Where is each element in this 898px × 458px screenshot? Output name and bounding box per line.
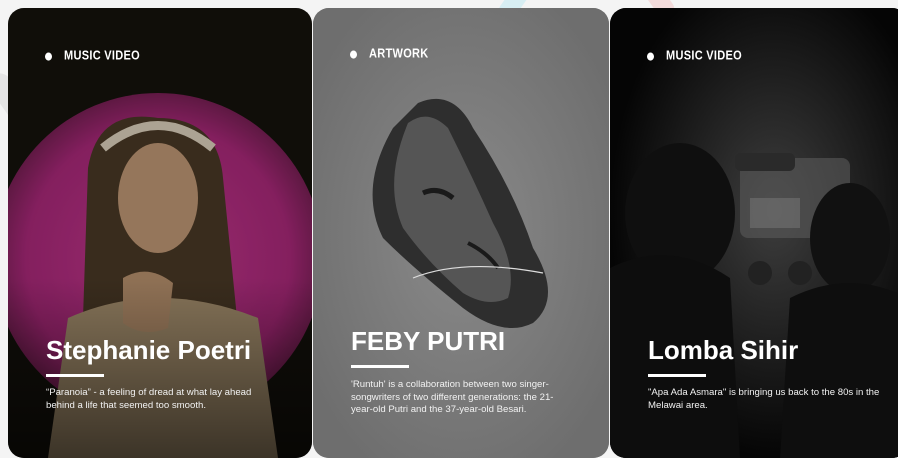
project-card-stephanie-poetri[interactable]: MUSIC VIDEO Stephanie Poetri “Paranoia” … xyxy=(8,8,312,458)
title-underline xyxy=(648,374,706,377)
card-title[interactable]: Lomba Sihir xyxy=(648,334,798,366)
bullet-dot-icon xyxy=(45,51,52,61)
bullet-dot-icon xyxy=(350,49,357,59)
project-card-feby-putri[interactable]: ARTWORK FEBY PUTRI 'Runtuh' is a collabo… xyxy=(313,8,609,458)
card-description: “Paranoia” - a feeling of dread at what … xyxy=(46,387,252,411)
category-label: MUSIC VIDEO xyxy=(647,49,742,63)
title-underline xyxy=(46,374,104,377)
card-title[interactable]: Stephanie Poetri xyxy=(46,334,251,366)
category-text: MUSIC VIDEO xyxy=(666,49,743,63)
card-description: "Apa Ada Asmara" is bringing us back to … xyxy=(648,387,880,411)
title-underline xyxy=(351,365,409,368)
category-text: MUSIC VIDEO xyxy=(64,49,141,63)
card-title[interactable]: FEBY PUTRI xyxy=(351,325,505,357)
category-label: ARTWORK xyxy=(350,47,429,61)
category-text: ARTWORK xyxy=(369,47,429,61)
card-description: 'Runtuh' is a collaboration between two … xyxy=(351,379,554,415)
bullet-dot-icon xyxy=(647,51,654,61)
category-label: MUSIC VIDEO xyxy=(45,49,140,63)
project-card-lomba-sihir[interactable]: MUSIC VIDEO Lomba Sihir "Apa Ada Asmara"… xyxy=(610,8,898,458)
